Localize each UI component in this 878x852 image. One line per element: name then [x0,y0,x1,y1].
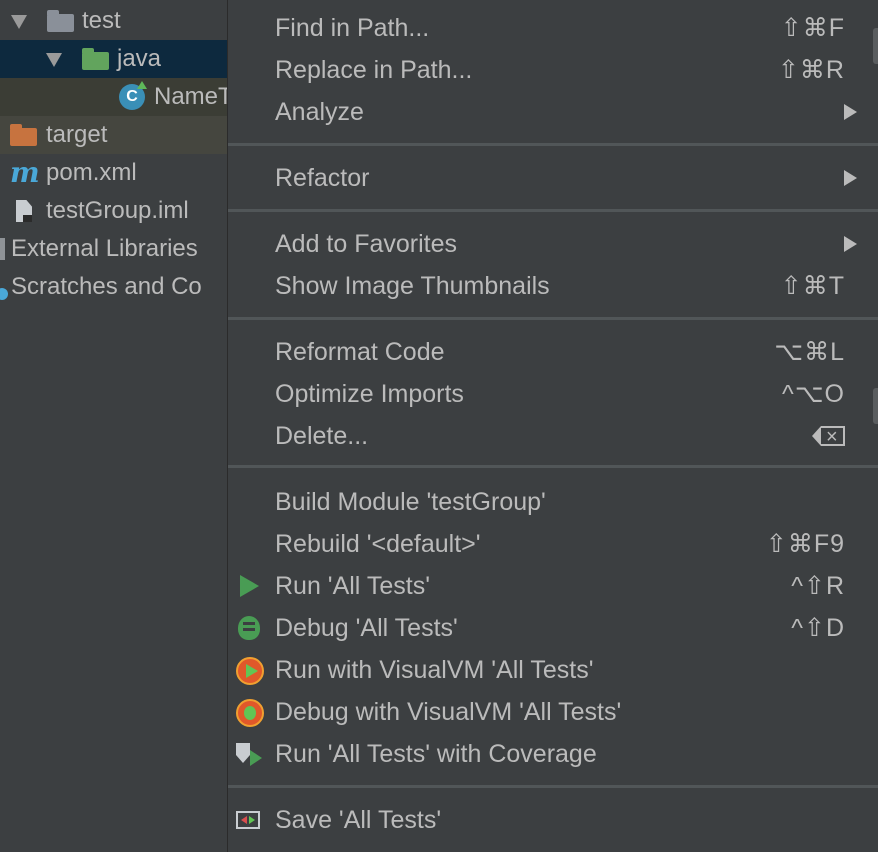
coverage-icon [236,743,250,763]
menu-item-delete[interactable]: Delete... [228,415,878,459]
menu-item-debug-all-tests[interactable]: Debug 'All Tests' ^⇧D [228,607,878,649]
visualvm-debug-icon [236,699,264,727]
shortcut-label: ^⇧R [791,572,845,600]
menu-item-label: Run with VisualVM 'All Tests' [275,656,594,684]
scrollbar-thumb[interactable] [873,388,878,424]
run-icon [240,575,259,597]
tree-item-label: pom.xml [46,159,137,186]
menu-item-show-image-thumbnails[interactable]: Show Image Thumbnails ⇧⌘T [228,265,878,307]
maven-icon: m [10,156,40,189]
menu-item-label: Debug with VisualVM 'All Tests' [275,698,622,726]
menu-item-label: Delete... [275,422,369,450]
menu-separator [228,209,878,212]
menu-item-refactor[interactable]: Refactor [228,157,878,199]
tree-item-external-libraries[interactable]: External Libraries [0,230,228,268]
menu-item-analyze[interactable]: Analyze [228,91,878,133]
shortcut-label: ^⇧D [791,614,845,642]
tree-item-class[interactable]: C NameT [0,78,228,116]
shortcut-label: ^⌥O [782,380,845,408]
expand-arrow-icon[interactable] [11,15,27,29]
tree-item-label: target [46,121,108,148]
scratches-icon [0,288,8,300]
menu-item-label: Replace in Path... [275,56,473,84]
shortcut-label: ⇧⌘F [780,14,845,42]
tree-item-label: NameT [154,83,228,110]
menu-item-label: Reformat Code [275,338,445,366]
tree-item-pom[interactable]: m pom.xml [0,154,228,192]
module-file-icon [16,200,32,222]
shortcut-label: ⇧⌘T [780,272,845,300]
save-configuration-icon [236,811,260,829]
submenu-arrow-icon [844,170,857,186]
ide-window: test java C NameT target m pom.xml testG… [0,0,878,852]
menu-item-run-all-tests[interactable]: Run 'All Tests' ^⇧R [228,565,878,607]
project-tree: test java C NameT target m pom.xml testG… [0,0,228,852]
shortcut-label: ⌥⌘L [774,338,845,366]
debug-icon [238,616,260,640]
menu-item-label: Refactor [275,164,370,192]
menu-item-label: Show Image Thumbnails [275,272,550,300]
menu-item-label: Add to Favorites [275,230,458,258]
tree-item-label: test [82,7,121,34]
menu-item-label: Optimize Imports [275,380,464,408]
tree-item-iml[interactable]: testGroup.iml [0,192,228,230]
tree-item-scratches[interactable]: Scratches and Co [0,268,228,306]
menu-item-rebuild[interactable]: Rebuild '<default>' ⇧⌘F9 [228,523,878,565]
submenu-arrow-icon [844,236,857,252]
excluded-folder-icon [10,124,37,146]
menu-item-reformat-code[interactable]: Reformat Code ⌥⌘L [228,331,878,373]
shortcut-label: ⇧⌘F9 [765,530,845,558]
tree-item-label: External Libraries [11,235,198,262]
menu-item-build-module[interactable]: Build Module 'testGroup' [228,481,878,523]
context-menu: Find in Path... ⇧⌘F Replace in Path... ⇧… [227,0,878,852]
menu-item-label: Save 'All Tests' [275,806,442,834]
test-source-folder-icon [82,48,109,70]
java-class-icon: C [119,81,147,110]
menu-item-label: Debug 'All Tests' [275,614,458,642]
menu-item-label: Analyze [275,98,364,126]
tree-item-label: java [117,45,162,72]
menu-item-run-with-visualvm[interactable]: Run with VisualVM 'All Tests' [228,649,878,691]
tree-item-label: Scratches and Co [11,273,202,300]
menu-item-label: Find in Path... [275,14,430,42]
menu-item-label: Build Module 'testGroup' [275,488,546,516]
menu-item-label: Run 'All Tests' with Coverage [275,740,597,768]
delete-key-icon [812,415,845,459]
menu-item-optimize-imports[interactable]: Optimize Imports ^⌥O [228,373,878,415]
folder-icon [47,10,74,32]
tree-item-test[interactable]: test [0,2,228,40]
menu-item-label: Run 'All Tests' [275,572,430,600]
menu-item-run-with-coverage[interactable]: Run 'All Tests' with Coverage [228,733,878,775]
submenu-arrow-icon [844,104,857,120]
menu-item-add-to-favorites[interactable]: Add to Favorites [228,223,878,265]
menu-item-find-in-path[interactable]: Find in Path... ⇧⌘F [228,7,878,49]
menu-separator [228,317,878,320]
coverage-play-icon [250,750,262,766]
external-libraries-icon [0,238,5,260]
menu-item-debug-with-visualvm[interactable]: Debug with VisualVM 'All Tests' [228,691,878,733]
tree-item-label: testGroup.iml [46,197,189,224]
tree-item-java[interactable]: java [0,40,228,78]
menu-item-label: Rebuild '<default>' [275,530,481,558]
menu-separator [228,785,878,788]
tree-item-target[interactable]: target [0,116,228,154]
shortcut-label: ⇧⌘R [777,56,845,84]
expand-arrow-icon[interactable] [46,53,62,67]
menu-separator [228,465,878,468]
menu-item-save-all-tests[interactable]: Save 'All Tests' [228,799,878,841]
menu-separator [228,143,878,146]
visualvm-run-icon [236,657,264,685]
scrollbar-thumb[interactable] [873,28,878,64]
menu-scrollbar[interactable] [871,0,878,852]
menu-item-replace-in-path[interactable]: Replace in Path... ⇧⌘R [228,49,878,91]
